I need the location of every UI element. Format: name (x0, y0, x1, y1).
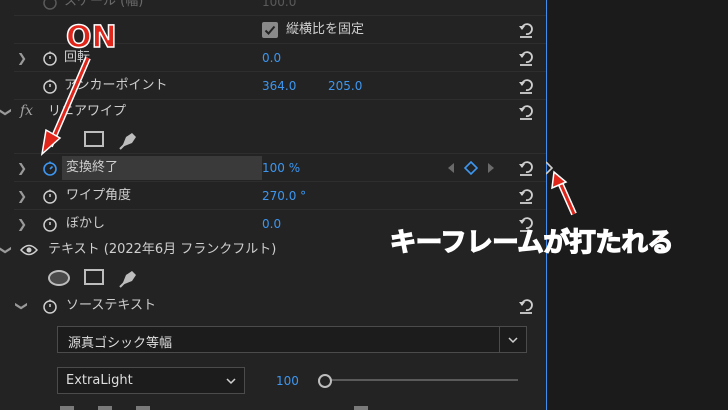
anchor-y-value[interactable]: 205.0 (328, 78, 362, 94)
font-style-select[interactable]: ExtraLight (57, 367, 245, 394)
text-mask-tools-row (0, 264, 546, 292)
source-text-row: ❯ ソーステキスト (0, 292, 546, 320)
stopwatch-icon[interactable] (42, 0, 58, 10)
reset-icon[interactable] (517, 103, 535, 121)
wipe-angle-value[interactable]: 270.0 ° (262, 188, 306, 204)
font-size-slider-track[interactable] (318, 379, 518, 381)
previous-keyframe-icon[interactable] (446, 162, 456, 174)
feather-value[interactable]: 0.0 (262, 216, 281, 232)
font-size-value[interactable]: 100 (276, 373, 299, 389)
eye-icon[interactable] (20, 243, 38, 257)
chevron-down-icon (508, 337, 518, 344)
font-family-select[interactable]: 源真ゴシック等幅 (57, 326, 527, 353)
stopwatch-icon[interactable] (42, 298, 58, 314)
pen-mask-icon[interactable] (118, 267, 140, 289)
scale-width-label: スケール (幅) (64, 0, 144, 9)
reset-icon[interactable] (517, 49, 535, 67)
lock-aspect-label: 縦横比を固定 (286, 22, 365, 37)
chevron-down-icon[interactable]: ❯ (0, 106, 13, 118)
font-style-value: ExtraLight (66, 373, 133, 388)
chevron-right-icon[interactable]: ❯ (16, 189, 28, 203)
chevron-down-icon (226, 378, 236, 385)
playhead[interactable] (546, 0, 547, 410)
reset-icon[interactable] (517, 77, 535, 95)
transition-completion-value[interactable]: 100 % (262, 160, 300, 176)
chevron-right-icon[interactable]: ❯ (16, 161, 28, 175)
rotation-value[interactable]: 0.0 (262, 50, 281, 66)
annotation-keyframe-label: キーフレームが打たれる (389, 227, 674, 259)
fx-icon[interactable]: fx (20, 103, 33, 119)
chevron-right-icon[interactable]: ❯ (16, 217, 28, 231)
transition-completion-label: 変換終了 (66, 160, 119, 175)
annotation-arrow-on (40, 56, 91, 156)
scale-width-value[interactable]: 100.0 (262, 0, 296, 10)
wipe-angle-row: ❯ ワイプ角度 270.0 ° (0, 182, 546, 210)
pen-mask-icon[interactable] (118, 129, 140, 151)
chevron-right-icon[interactable]: ❯ (16, 51, 28, 65)
lock-aspect-checkbox[interactable] (262, 22, 278, 38)
feather-label: ぼかし (66, 216, 106, 231)
font-family-value: 源真ゴシック等幅 (68, 336, 173, 351)
rectangle-mask-icon[interactable] (84, 269, 104, 285)
reset-icon[interactable] (517, 187, 535, 205)
text-layer-label: テキスト (2022年6月 フランクフルト) (48, 242, 277, 257)
checkmark-icon (264, 25, 276, 35)
ellipse-mask-icon[interactable] (48, 270, 70, 286)
reset-icon[interactable] (517, 159, 535, 177)
next-keyframe-icon[interactable] (486, 162, 496, 174)
reset-icon[interactable] (517, 297, 535, 315)
wipe-angle-label: ワイプ角度 (66, 188, 132, 203)
anchor-x-value[interactable]: 364.0 (262, 78, 296, 94)
text-format-buttons-partial (60, 406, 368, 410)
add-keyframe-icon[interactable] (464, 161, 478, 175)
scale-width-row: スケール (幅) 100.0 (0, 0, 546, 16)
stopwatch-on-icon[interactable] (42, 160, 58, 176)
annotation-arrow-keyframe (551, 170, 577, 216)
reset-icon[interactable] (517, 21, 535, 39)
stopwatch-icon[interactable] (42, 188, 58, 204)
chevron-down-icon[interactable]: ❯ (15, 300, 29, 312)
font-size-slider-handle[interactable] (318, 374, 332, 388)
source-text-label: ソーステキスト (66, 298, 156, 313)
chevron-down-icon[interactable]: ❯ (0, 244, 13, 256)
stopwatch-icon[interactable] (42, 216, 58, 232)
